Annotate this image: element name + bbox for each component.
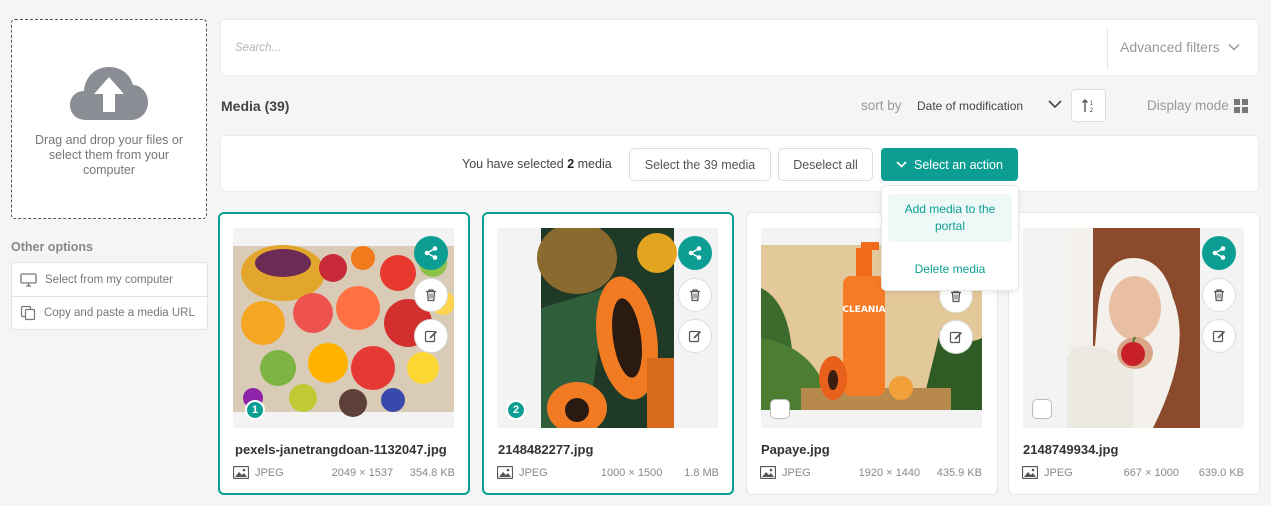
share-button[interactable]	[414, 236, 448, 270]
dropzone-text: Drag and drop your files or select them …	[35, 133, 183, 177]
delete-button[interactable]	[1202, 278, 1236, 312]
search-input[interactable]	[235, 38, 1095, 58]
sort-select[interactable]: Date of modification	[917, 99, 1023, 113]
selection-prefix: You have selected	[462, 157, 564, 171]
chevron-down-icon	[1228, 43, 1240, 51]
edit-icon	[424, 330, 438, 343]
media-filename: Papaye.jpg	[761, 442, 830, 457]
media-type: JPEG	[519, 466, 548, 479]
product-label-text: CLEANIA	[842, 305, 885, 315]
edit-button[interactable]	[678, 319, 712, 353]
advanced-filters-label: Advanced filters	[1120, 39, 1220, 55]
media-dimensions: 2049 × 1537	[331, 466, 394, 479]
image-icon	[497, 466, 513, 479]
select-action-label: Select an action	[914, 157, 1003, 172]
chevron-down-icon[interactable]	[1048, 99, 1062, 109]
display-mode-label: Display mode	[1147, 98, 1229, 113]
media-meta: JPEG 667 × 1000 639.0 KB	[1022, 466, 1244, 479]
share-icon	[688, 246, 702, 260]
trash-icon	[426, 289, 436, 302]
share-button[interactable]	[678, 236, 712, 270]
selection-suffix: media	[577, 157, 612, 171]
media-dimensions: 667 × 1000	[1123, 466, 1180, 479]
menu-item-delete-media[interactable]: Delete media	[888, 261, 1012, 278]
divider	[1107, 28, 1108, 69]
media-size: 435.9 KB	[936, 466, 982, 479]
selection-count: 2	[567, 157, 575, 171]
monitor-icon	[20, 272, 37, 287]
share-button[interactable]	[1202, 236, 1236, 270]
delete-button[interactable]	[678, 278, 712, 312]
media-meta: JPEG 1000 × 1500 1.8 MB	[497, 466, 719, 479]
sort-direction-button[interactable]: 1 2	[1071, 89, 1106, 122]
media-count-title: Media (39)	[221, 98, 290, 114]
media-card[interactable]: 2 2148482277.jpg JPEG 1000 × 1500 1.8 MB	[482, 212, 734, 495]
sort-by-label: sort by	[861, 98, 902, 113]
other-options-title: Other options	[11, 240, 93, 254]
media-meta: JPEG 2049 × 1537 354.8 KB	[233, 466, 455, 479]
grid-icon	[1233, 98, 1248, 113]
select-checkbox[interactable]	[770, 399, 790, 419]
media-card[interactable]: 2148749934.jpg JPEG 667 × 1000 639.0 KB	[1008, 212, 1260, 495]
media-type: JPEG	[255, 466, 284, 479]
search-bar: Advanced filters	[220, 19, 1259, 76]
edit-button[interactable]	[414, 319, 448, 353]
chevron-down-icon	[896, 161, 907, 168]
select-from-computer-option[interactable]: Select from my computer	[12, 263, 207, 296]
edit-icon	[949, 331, 963, 344]
cloud-upload-icon	[70, 67, 148, 120]
media-dimensions: 1000 × 1500	[600, 466, 663, 479]
trash-icon	[1214, 289, 1224, 302]
selection-order-badge[interactable]: 2	[506, 400, 526, 420]
display-mode-toggle[interactable]: Display mode	[1147, 98, 1248, 113]
trash-icon	[951, 290, 961, 303]
image-icon	[233, 466, 249, 479]
media-filename: pexels-janetrangdoan-1132047.jpg	[235, 442, 447, 457]
media-size: 639.0 KB	[1198, 466, 1244, 479]
image-icon	[1022, 466, 1038, 479]
selection-summary: You have selected 2 media	[462, 157, 612, 171]
sort-order-icon: 1 2	[1081, 98, 1093, 114]
trash-icon	[690, 289, 700, 302]
image-icon	[760, 466, 776, 479]
selection-order-badge[interactable]: 1	[245, 400, 265, 420]
media-size: 354.8 KB	[409, 466, 455, 479]
copy-media-url-label: Copy and paste a media URL	[44, 307, 195, 319]
delete-button[interactable]	[414, 278, 448, 312]
edit-button[interactable]	[1202, 319, 1236, 353]
share-icon	[1212, 246, 1226, 260]
media-filename: 2148749934.jpg	[1023, 442, 1119, 457]
select-checkbox[interactable]	[1032, 399, 1052, 419]
select-from-computer-label: Select from my computer	[45, 273, 173, 286]
action-menu: Add media to the portal Delete media	[881, 185, 1019, 291]
media-card[interactable]: 1 pexels-janetrangdoan-1132047.jpg JPEG …	[218, 212, 470, 495]
media-size: 1.8 MB	[684, 466, 719, 479]
upload-dropzone[interactable]: Drag and drop your files or select them …	[11, 19, 207, 219]
media-filename: 2148482277.jpg	[498, 442, 594, 457]
media-type: JPEG	[782, 466, 811, 479]
advanced-filters-toggle[interactable]: Advanced filters	[1120, 39, 1240, 55]
copy-icon	[20, 305, 36, 321]
deselect-all-button[interactable]: Deselect all	[778, 148, 873, 181]
selection-bar: You have selected 2 media Select the 39 …	[220, 135, 1259, 192]
menu-item-add-to-portal[interactable]: Add media to the portal	[888, 194, 1012, 242]
copy-media-url-option[interactable]: Copy and paste a media URL	[12, 296, 207, 329]
svg-text:1: 1	[1089, 100, 1093, 107]
svg-text:2: 2	[1089, 107, 1093, 114]
media-type: JPEG	[1044, 466, 1073, 479]
media-dimensions: 1920 × 1440	[858, 466, 921, 479]
media-meta: JPEG 1920 × 1440 435.9 KB	[760, 466, 982, 479]
edit-icon	[1212, 330, 1226, 343]
select-action-button[interactable]: Select an action	[881, 148, 1018, 181]
share-icon	[424, 246, 438, 260]
select-all-button[interactable]: Select the 39 media	[629, 148, 771, 181]
edit-icon	[688, 330, 702, 343]
edit-button[interactable]	[939, 320, 973, 354]
upload-options: Select from my computer Copy and paste a…	[11, 262, 208, 330]
